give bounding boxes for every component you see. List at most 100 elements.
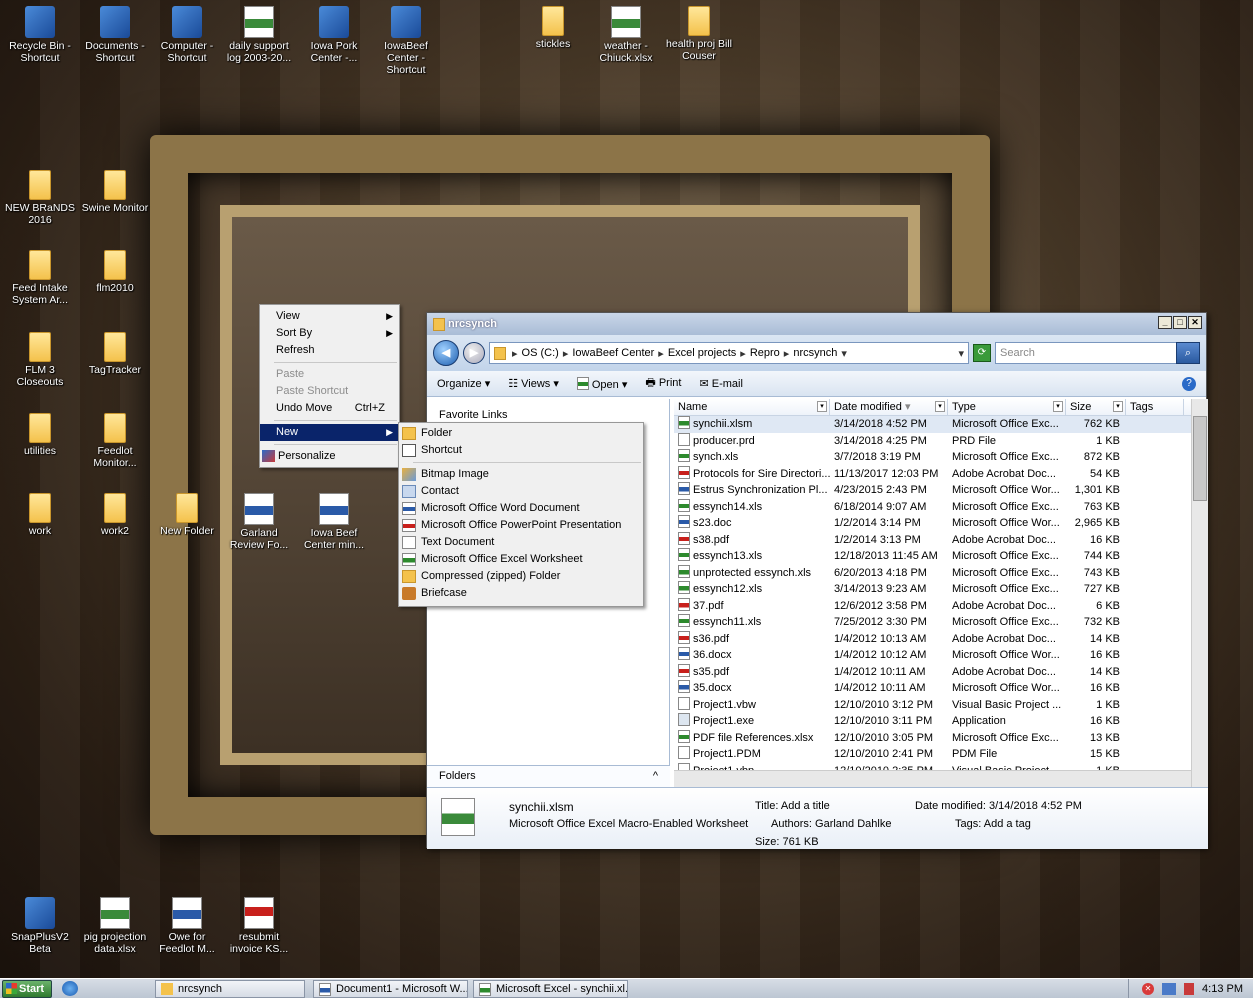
file-row[interactable]: Estrus Synchronization Pl... 4/23/2015 2:…: [674, 482, 1208, 499]
desktop-icon[interactable]: Owe for Feedlot M...: [151, 897, 223, 955]
file-row[interactable]: 36.docx 1/4/2012 10:12 AM Microsoft Office…: [674, 647, 1208, 664]
file-row[interactable]: essynch11.xls 7/25/2012 3:30 PM Microsoft …: [674, 614, 1208, 631]
help-icon[interactable]: ?: [1182, 376, 1196, 391]
desktop-icon[interactable]: Iowa Beef Center min...: [298, 493, 370, 551]
file-row[interactable]: s38.pdf 1/2/2014 3:13 PM Adobe Acrobat Doc…: [674, 531, 1208, 549]
desktop-icon[interactable]: TagTracker: [79, 332, 151, 376]
desktop-icon[interactable]: Iowa Pork Center -...: [298, 6, 370, 64]
submenu-folder[interactable]: Folder: [399, 425, 643, 442]
file-row[interactable]: 35.docx 1/4/2012 10:11 AM Microsoft Office…: [674, 680, 1208, 697]
breadcrumb-item[interactable]: OS (C:): [522, 347, 559, 359]
file-row[interactable]: essynch14.xls 6/18/2014 9:07 AM Microsoft …: [674, 498, 1208, 516]
file-row[interactable]: s35.pdf 1/4/2012 10:11 AM Adobe Acrobat Do…: [674, 663, 1208, 681]
desktop-icon[interactable]: Recycle Bin - Shortcut: [4, 6, 76, 64]
desktop-icon[interactable]: work: [4, 493, 76, 537]
taskbar-item-excel[interactable]: Microsoft Excel - synchii.xl...: [473, 980, 628, 998]
menu-refresh[interactable]: Refresh: [260, 342, 399, 359]
chevron-down-icon[interactable]: ▾: [817, 401, 827, 412]
maximize-button[interactable]: □: [1173, 316, 1187, 329]
breadcrumb[interactable]: ▸ OS (C:) ▸ IowaBeef Center ▸ Excel project…: [489, 342, 969, 364]
column-header-date[interactable]: Date modified ▾ ▾: [830, 399, 948, 415]
clock[interactable]: 4:13 PM: [1202, 983, 1243, 995]
file-row[interactable]: Project1.PDM 12/10/2010 2:41 PM PDM File 15…: [674, 746, 1208, 763]
column-header-name[interactable]: Name ▾: [674, 399, 830, 415]
minimize-button[interactable]: _: [1158, 316, 1172, 329]
folders-toggle[interactable]: Folders ^: [427, 765, 670, 787]
submenu-bitmap[interactable]: Bitmap Image: [399, 466, 643, 483]
desktop-icon[interactable]: Computer - Shortcut: [151, 6, 223, 64]
submenu-text[interactable]: Text Document: [399, 534, 643, 551]
organize-button[interactable]: Organize ▾: [437, 377, 490, 390]
submenu-word[interactable]: Microsoft Office Word Document: [399, 500, 643, 517]
submenu-excel[interactable]: Microsoft Office Excel Worksheet: [399, 551, 643, 568]
desktop-icon[interactable]: Feedlot Monitor...: [79, 413, 151, 469]
detail-authors[interactable]: Authors: Garland Dahlke: [771, 818, 891, 830]
vertical-scrollbar[interactable]: [1191, 399, 1208, 787]
refresh-icon[interactable]: ⟳: [973, 344, 991, 362]
submenu-powerpoint[interactable]: Microsoft Office PowerPoint Presentation: [399, 517, 643, 534]
detail-title[interactable]: Title: Add a title: [755, 800, 830, 812]
file-row[interactable]: producer.prd 3/14/2018 4:25 PM PRD File 1 K…: [674, 432, 1208, 450]
views-button[interactable]: ☷ Views ▾: [508, 377, 559, 390]
network-icon[interactable]: [1162, 983, 1177, 995]
taskbar-item-explorer[interactable]: nrcsynch: [155, 980, 305, 998]
start-button[interactable]: Start: [2, 979, 52, 998]
chevron-down-icon[interactable]: ▾: [935, 401, 945, 412]
desktop-icon[interactable]: health proj Bill Couser: [663, 6, 735, 62]
desktop-icon[interactable]: SnapPlusV2 Beta: [4, 897, 76, 955]
column-header-size[interactable]: Size ▾: [1066, 399, 1126, 415]
file-row[interactable]: synchii.xlsm 3/14/2018 4:52 PM Microsoft O…: [674, 416, 1208, 433]
desktop-icon[interactable]: Documents - Shortcut: [79, 6, 151, 64]
horizontal-scrollbar[interactable]: [674, 770, 1191, 787]
file-row[interactable]: synch.xls 3/7/2018 3:19 PM Microsoft Offic…: [674, 449, 1208, 466]
desktop-icon[interactable]: Feed Intake System Ar...: [4, 250, 76, 306]
menu-new[interactable]: New ▶: [260, 424, 399, 441]
search-icon[interactable]: ⌕: [1176, 342, 1200, 364]
forward-button[interactable]: ▶: [463, 342, 485, 364]
submenu-briefcase[interactable]: Briefcase: [399, 585, 643, 602]
breadcrumb-item[interactable]: IowaBeef Center: [572, 347, 654, 359]
desktop-icon[interactable]: utilities: [4, 413, 76, 457]
email-button[interactable]: ✉ E-mail: [699, 377, 742, 390]
desktop-icon[interactable]: stickles: [517, 6, 589, 50]
file-row[interactable]: essynch13.xls 12/18/2013 11:45 AM Microsof…: [674, 548, 1208, 565]
scroll-thumb[interactable]: [1193, 416, 1207, 501]
desktop-icon[interactable]: NEW BRaNDS 2016: [4, 170, 76, 226]
desktop-icon[interactable]: work2: [79, 493, 151, 537]
file-row[interactable]: essynch12.xls 3/14/2013 9:23 AM Microsoft …: [674, 581, 1208, 598]
alert-icon[interactable]: ✕: [1142, 983, 1155, 995]
desktop-icon[interactable]: pig projection data.xlsx: [79, 897, 151, 955]
desktop-icon[interactable]: New Folder: [151, 493, 223, 537]
taskbar-item-word[interactable]: Document1 - Microsoft W...: [313, 980, 468, 998]
chevron-down-icon[interactable]: ▾: [841, 347, 847, 360]
browser-icon[interactable]: [62, 981, 78, 996]
open-button[interactable]: Open ▾: [576, 376, 627, 391]
desktop-icon[interactable]: Swine Monitor: [79, 170, 151, 214]
chevron-down-icon[interactable]: ▾: [1113, 401, 1123, 412]
search-input[interactable]: Search ⌕: [995, 342, 1200, 364]
breadcrumb-item[interactable]: Excel projects: [668, 347, 736, 359]
desktop-icon[interactable]: FLM 3 Closeouts: [4, 332, 76, 388]
back-button[interactable]: ◀: [433, 340, 459, 366]
breadcrumb-item[interactable]: nrcsynch: [793, 347, 837, 359]
submenu-shortcut[interactable]: Shortcut: [399, 442, 643, 459]
breadcrumb-item[interactable]: Repro: [750, 347, 780, 359]
file-row[interactable]: unprotected essynch.xls 6/20/2013 4:18 PM…: [674, 564, 1208, 582]
desktop-icon[interactable]: IowaBeef Center - Shortcut: [370, 6, 442, 76]
chevron-down-icon[interactable]: ▾: [1053, 401, 1063, 412]
file-row[interactable]: 37.pdf 12/6/2012 3:58 PM Adobe Acrobat Doc…: [674, 597, 1208, 615]
desktop-icon[interactable]: weather - Chiuck.xlsx: [590, 6, 662, 64]
menu-view[interactable]: View ▶: [260, 308, 399, 325]
file-row[interactable]: s36.pdf 1/4/2012 10:13 AM Adobe Acrobat Do…: [674, 630, 1208, 648]
desktop-icon[interactable]: flm2010: [79, 250, 151, 294]
column-header-tags[interactable]: Tags: [1126, 399, 1184, 415]
menu-personalize[interactable]: Personalize: [260, 448, 399, 465]
detail-tags[interactable]: Tags: Add a tag: [955, 818, 1031, 830]
menu-sort-by[interactable]: Sort By ▶: [260, 325, 399, 342]
file-row[interactable]: Project1.vbw 12/10/2010 3:12 PM Visual Bas…: [674, 696, 1208, 714]
file-row[interactable]: Project1.exe 12/10/2010 3:11 PM Applicatio…: [674, 713, 1208, 730]
submenu-contact[interactable]: Contact: [399, 483, 643, 500]
menu-undo-move[interactable]: Undo Move Ctrl+Z: [260, 400, 399, 417]
volume-icon[interactable]: [1184, 983, 1195, 995]
file-row[interactable]: Protocols for Sire Directori... 11/13/201…: [674, 465, 1208, 483]
